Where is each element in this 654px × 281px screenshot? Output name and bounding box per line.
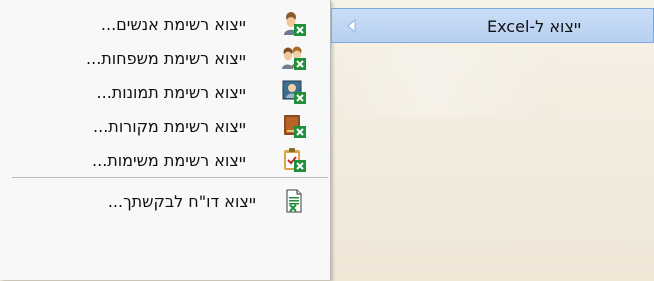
export-families-list-item[interactable]: ייצוא רשימת משפחות... [0,40,330,74]
export-to-excel-submenu: ייצוא רשימת אנשים... ייצוא רשימת משפחות.… [0,0,331,280]
tasks-excel-icon [284,148,306,172]
export-people-list-label: ייצוא רשימת אנשים... [100,15,246,34]
export-tasks-list-item[interactable]: ייצוא רשימת משימות... [0,142,330,176]
menu-separator [12,177,328,178]
export-custom-report-label: ייצוא דו"ח לבקשתך... [107,192,256,211]
submenu-left-arrow-icon [347,18,356,34]
family-excel-icon [282,46,306,70]
export-sources-list-item[interactable]: ייצוא רשימת מקורות... [0,108,330,142]
background-light-band [330,48,654,118]
export-to-excel-label: ייצוא ל-Excel [487,17,582,36]
export-families-list-label: ייצוא רשימת משפחות... [86,49,246,68]
export-photos-list-label: ייצוא רשימת תמונות... [96,83,246,102]
book-excel-icon [284,115,306,138]
export-tasks-list-label: ייצוא רשימת משימות... [92,151,246,170]
export-to-excel-menu-item[interactable]: ייצוא ל-Excel [331,8,654,43]
export-custom-report-item[interactable]: ייצוא דו"ח לבקשתך... [0,183,330,217]
export-people-list-item[interactable]: ייצוא רשימת אנשים... [0,6,330,40]
export-sources-list-label: ייצוא רשימת מקורות... [93,117,246,136]
export-photos-list-item[interactable]: ייצוא רשימת תמונות... [0,74,330,108]
photo-excel-icon [282,80,306,104]
report-excel-icon [286,189,302,213]
people-excel-icon [284,12,306,36]
